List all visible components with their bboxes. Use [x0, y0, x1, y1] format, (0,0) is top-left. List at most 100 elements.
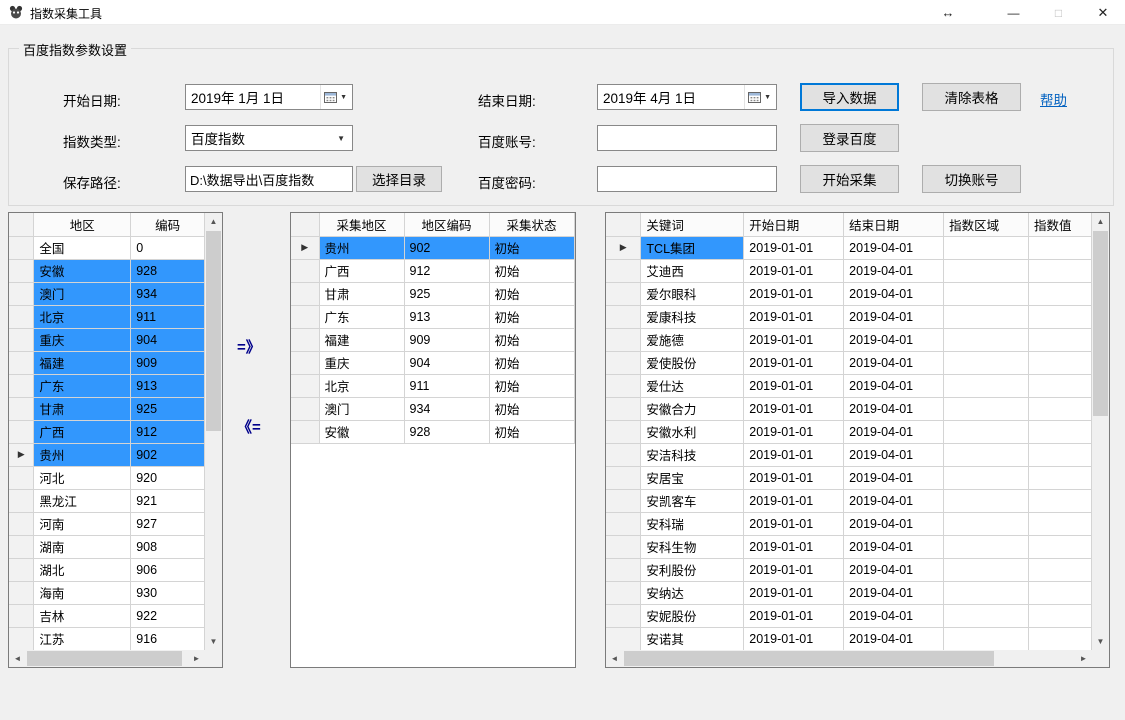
scrollbar-thumb[interactable] — [206, 231, 221, 431]
index-type-combobox[interactable]: 百度指数 ▼ — [185, 125, 353, 151]
column-header[interactable]: 指数值 — [1028, 213, 1092, 237]
baidu-password-input[interactable] — [597, 166, 777, 192]
column-header[interactable]: 指数区域 — [943, 213, 1029, 237]
cell[interactable]: 2019-04-01 — [843, 466, 945, 490]
cell[interactable] — [943, 236, 1029, 260]
cell[interactable]: 爱施德 — [640, 328, 745, 352]
row-header[interactable] — [9, 328, 35, 352]
row-header[interactable] — [291, 282, 320, 306]
row-header[interactable] — [606, 466, 642, 490]
scroll-right-button[interactable]: ► — [188, 650, 205, 667]
scroll-right-button[interactable]: ► — [1075, 650, 1092, 667]
cell[interactable]: 安洁科技 — [640, 443, 745, 467]
cell[interactable]: 湖南 — [33, 535, 132, 559]
scroll-down-button[interactable]: ▼ — [205, 633, 222, 650]
end-date-dropdown-button[interactable]: ▼ — [744, 85, 776, 109]
cell[interactable] — [1028, 328, 1092, 352]
cell[interactable]: 2019-04-01 — [843, 535, 945, 559]
cell[interactable] — [1028, 443, 1092, 467]
cell[interactable]: 初始 — [489, 282, 575, 306]
column-header[interactable]: 地区编码 — [404, 213, 490, 237]
row-header[interactable] — [606, 328, 642, 352]
cell[interactable]: 广东 — [33, 374, 132, 398]
import-data-button[interactable]: 导入数据 — [800, 83, 899, 111]
cell[interactable]: 2019-01-01 — [743, 236, 845, 260]
current-row-marker[interactable]: ▶ — [9, 443, 35, 467]
row-header[interactable] — [606, 259, 642, 283]
cell[interactable] — [943, 512, 1029, 536]
start-date-dropdown-button[interactable]: ▼ — [320, 85, 352, 109]
cell[interactable]: 江苏 — [33, 627, 132, 650]
cell[interactable]: 艾迪西 — [640, 259, 745, 283]
cell[interactable]: 913 — [404, 305, 490, 329]
cell[interactable]: 2019-01-01 — [743, 443, 845, 467]
cell[interactable]: 安徽 — [319, 420, 405, 444]
cell[interactable] — [943, 305, 1029, 329]
grid-corner-cell[interactable] — [291, 213, 320, 237]
cell[interactable]: 安居宝 — [640, 466, 745, 490]
cell[interactable]: 925 — [404, 282, 490, 306]
cell[interactable]: 黑龙江 — [33, 489, 132, 513]
current-row-marker[interactable]: ▶ — [606, 236, 642, 260]
cell[interactable]: 2019-01-01 — [743, 328, 845, 352]
cell[interactable]: 904 — [404, 351, 490, 375]
cell[interactable]: 福建 — [319, 328, 405, 352]
cell[interactable]: 安纳达 — [640, 581, 745, 605]
cell[interactable]: 2019-01-01 — [743, 259, 845, 283]
row-header[interactable] — [9, 305, 35, 329]
row-header[interactable] — [606, 489, 642, 513]
cell[interactable] — [1028, 466, 1092, 490]
row-header[interactable] — [606, 604, 642, 628]
help-link[interactable]: 帮助 — [1040, 89, 1067, 109]
cell[interactable]: 重庆 — [33, 328, 132, 352]
column-header[interactable]: 开始日期 — [743, 213, 845, 237]
cell[interactable]: 澳门 — [33, 282, 132, 306]
cell[interactable]: 安徽水利 — [640, 420, 745, 444]
row-header[interactable] — [606, 420, 642, 444]
baidu-account-input[interactable] — [597, 125, 777, 151]
column-header[interactable]: 采集地区 — [319, 213, 405, 237]
row-header[interactable] — [606, 535, 642, 559]
scroll-up-button[interactable]: ▲ — [1092, 213, 1109, 230]
cell[interactable] — [943, 420, 1029, 444]
cell[interactable]: 澳门 — [319, 397, 405, 421]
cell[interactable] — [943, 397, 1029, 421]
cell[interactable]: 初始 — [489, 420, 575, 444]
resize-icon[interactable]: ↔ — [930, 0, 966, 25]
cell[interactable] — [1028, 604, 1092, 628]
cell[interactable]: 916 — [130, 627, 205, 650]
cell[interactable]: 爱康科技 — [640, 305, 745, 329]
cell[interactable]: 928 — [130, 259, 205, 283]
cell[interactable]: 初始 — [489, 236, 575, 260]
cell[interactable]: 908 — [130, 535, 205, 559]
cell[interactable]: 2019-04-01 — [843, 512, 945, 536]
browse-directory-button[interactable]: 选择目录 — [356, 166, 442, 192]
cell[interactable]: 全国 — [33, 236, 132, 260]
cell[interactable]: 928 — [404, 420, 490, 444]
cell[interactable]: TCL集团 — [640, 236, 745, 260]
row-header[interactable] — [9, 581, 35, 605]
cell[interactable] — [943, 581, 1029, 605]
cell[interactable]: 广西 — [33, 420, 132, 444]
cell[interactable] — [1028, 420, 1092, 444]
row-header[interactable] — [291, 374, 320, 398]
vertical-scrollbar[interactable]: ▲ ▼ — [1092, 213, 1109, 650]
cell[interactable]: 爱使股份 — [640, 351, 745, 375]
cell[interactable] — [1028, 305, 1092, 329]
cell[interactable]: 913 — [130, 374, 205, 398]
cell[interactable]: 2019-04-01 — [843, 259, 945, 283]
row-header[interactable] — [9, 489, 35, 513]
cell[interactable]: 2019-04-01 — [843, 282, 945, 306]
column-header[interactable]: 采集状态 — [489, 213, 575, 237]
scrollbar-thumb[interactable] — [1093, 231, 1108, 416]
row-header[interactable] — [9, 558, 35, 582]
cell[interactable]: 爱尔眼科 — [640, 282, 745, 306]
scroll-left-button[interactable]: ◄ — [606, 650, 623, 667]
cell[interactable] — [943, 351, 1029, 375]
cell[interactable]: 甘肃 — [319, 282, 405, 306]
cell[interactable]: 912 — [130, 420, 205, 444]
start-collect-button[interactable]: 开始采集 — [800, 165, 899, 193]
row-header[interactable] — [9, 627, 35, 650]
cell[interactable]: 906 — [130, 558, 205, 582]
cell[interactable]: 2019-01-01 — [743, 305, 845, 329]
